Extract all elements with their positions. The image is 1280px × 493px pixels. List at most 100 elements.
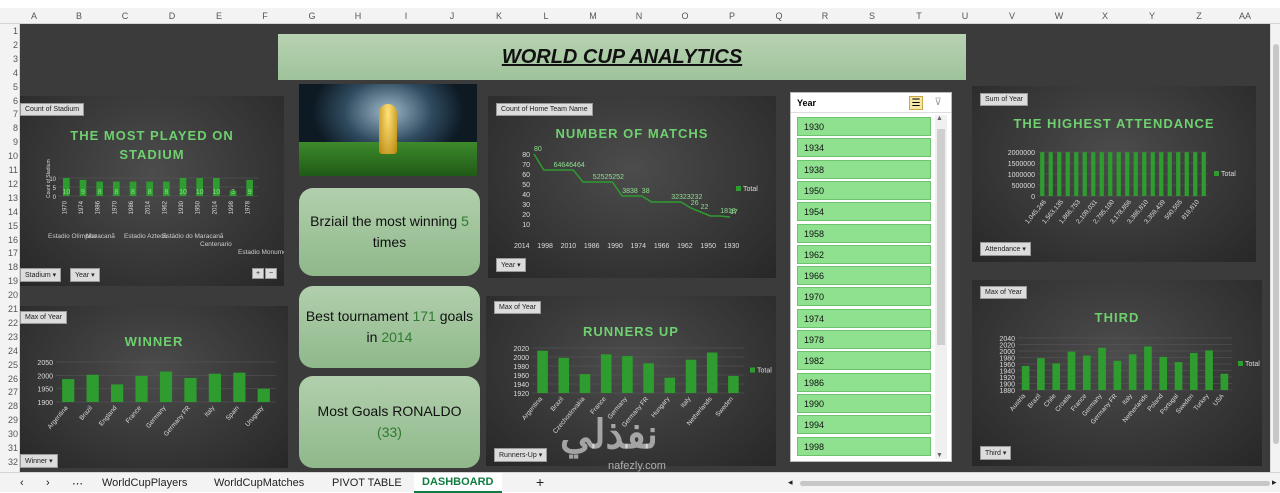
row-header[interactable]: 1 [0, 26, 18, 36]
slicer-item-1930[interactable]: 1930 [797, 117, 931, 136]
horizontal-scrollbar[interactable] [800, 481, 1270, 486]
row-header[interactable]: 30 [0, 429, 18, 439]
vertical-scrollbar[interactable] [1270, 24, 1280, 472]
row-header[interactable]: 13 [0, 193, 18, 203]
column-header[interactable]: C [122, 11, 129, 21]
row-header[interactable]: 9 [0, 137, 18, 147]
slicer-item-1974[interactable]: 1974 [797, 308, 931, 328]
tab-worldcupplayers[interactable]: WorldCupPlayers [102, 477, 187, 489]
slicer-item-1954[interactable]: 1954 [797, 202, 931, 222]
slicer-item-1938[interactable]: 1938 [797, 159, 931, 179]
slicer-item-1990[interactable]: 1990 [797, 393, 931, 413]
row-header[interactable]: 26 [0, 374, 18, 384]
clear-filter-icon[interactable]: ⊽ [931, 96, 945, 110]
runners-filter-button[interactable]: Runners-Up ▾ [494, 448, 548, 462]
row-header[interactable]: 7 [0, 109, 18, 119]
slicer-scrollbar[interactable]: ▲ ▼ [935, 115, 947, 459]
tab-worldcupmatches[interactable]: WorldCupMatches [214, 477, 304, 489]
column-header[interactable]: A [31, 11, 37, 21]
winner-filter-button[interactable]: Winner ▾ [20, 454, 58, 468]
row-header[interactable]: 6 [0, 96, 18, 106]
year-filter-button[interactable]: Year ▾ [70, 268, 100, 282]
column-header[interactable]: M [589, 11, 597, 21]
slicer-item-1962[interactable]: 1962 [797, 244, 931, 264]
row-header[interactable]: 16 [0, 235, 18, 245]
row-header[interactable]: 11 [0, 165, 18, 175]
tab-dashboard[interactable]: DASHBOARD [414, 473, 502, 493]
slicer-item-1934[interactable]: 1934 [797, 138, 931, 158]
slicer-item-1982[interactable]: 1982 [797, 351, 931, 371]
tab-prev-arrow[interactable]: ‹ [20, 477, 24, 489]
column-header[interactable]: P [729, 11, 735, 21]
column-header[interactable]: I [405, 11, 408, 21]
attendance-filter-button[interactable]: Attendance ▾ [980, 242, 1031, 256]
row-header[interactable]: 14 [0, 207, 18, 217]
row-header[interactable]: 24 [0, 346, 18, 356]
column-header[interactable]: O [681, 11, 688, 21]
row-header[interactable]: 4 [0, 68, 18, 78]
column-header[interactable]: D [169, 11, 176, 21]
column-header[interactable]: H [355, 11, 362, 21]
row-header[interactable]: 3 [0, 54, 18, 64]
collapse-field-button[interactable]: − [265, 268, 278, 279]
row-header[interactable]: 21 [0, 304, 18, 314]
column-header[interactable]: Q [775, 11, 782, 21]
slicer-item-1966[interactable]: 1966 [797, 266, 931, 286]
row-header[interactable]: 31 [0, 443, 18, 453]
multi-select-icon[interactable]: ☰ [909, 96, 923, 110]
row-header[interactable]: 29 [0, 415, 18, 425]
row-header[interactable]: 5 [0, 82, 18, 92]
column-header[interactable]: Z [1196, 11, 1202, 21]
column-header[interactable]: AA [1239, 11, 1251, 21]
add-sheet-icon[interactable]: + [536, 474, 544, 490]
column-header[interactable]: L [543, 11, 548, 21]
slicer-item-1970[interactable]: 1970 [797, 287, 931, 307]
row-header[interactable]: 2 [0, 40, 18, 50]
slicer-item-1958[interactable]: 1958 [797, 223, 931, 243]
row-header[interactable]: 27 [0, 387, 18, 397]
row-header[interactable]: 17 [0, 248, 18, 258]
hscroll-right-icon[interactable]: ▸ [1272, 477, 1277, 488]
column-header[interactable]: Y [1149, 11, 1155, 21]
scroll-up-icon[interactable]: ▲ [936, 115, 943, 122]
column-header[interactable]: R [822, 11, 829, 21]
slicer-item-1986[interactable]: 1986 [797, 372, 931, 392]
tab-next-arrow[interactable]: › [46, 477, 50, 489]
row-header[interactable]: 18 [0, 262, 18, 272]
row-header[interactable]: 12 [0, 179, 18, 189]
row-header[interactable]: 23 [0, 332, 18, 342]
column-header[interactable]: F [262, 11, 268, 21]
expand-field-button[interactable]: + [252, 268, 265, 279]
column-header[interactable]: U [962, 11, 969, 21]
hscroll-left-icon[interactable]: ◂ [788, 477, 793, 488]
row-header[interactable]: 22 [0, 318, 18, 328]
row-header[interactable]: 15 [0, 221, 18, 231]
row-header[interactable]: 19 [0, 276, 18, 286]
row-header[interactable]: 20 [0, 290, 18, 300]
vertical-scrollbar-thumb[interactable] [1273, 44, 1279, 444]
column-header[interactable]: W [1055, 11, 1064, 21]
tab-more-icon[interactable]: ⋯ [72, 477, 83, 490]
stadium-filter-button[interactable]: Stadium ▾ [20, 268, 62, 282]
third-filter-button[interactable]: Third ▾ [980, 446, 1012, 460]
column-header[interactable]: X [1102, 11, 1108, 21]
column-header[interactable]: T [916, 11, 922, 21]
row-header[interactable]: 32 [0, 457, 18, 467]
column-header[interactable]: E [216, 11, 222, 21]
row-header[interactable]: 25 [0, 360, 18, 370]
row-header[interactable]: 28 [0, 401, 18, 411]
column-header[interactable]: B [76, 11, 82, 21]
scroll-down-icon[interactable]: ▼ [936, 452, 943, 459]
slicer-item-1994[interactable]: 1994 [797, 415, 931, 435]
slicer-item-1950[interactable]: 1950 [797, 180, 931, 200]
row-header[interactable]: 8 [0, 123, 18, 133]
column-header[interactable]: V [1009, 11, 1015, 21]
matchs-year-filter-button[interactable]: Year ▾ [496, 258, 526, 272]
tab-pivot-table[interactable]: PIVOT TABLE [332, 477, 402, 489]
slicer-item-1998[interactable]: 1998 [797, 436, 931, 456]
column-header[interactable]: N [636, 11, 643, 21]
row-header[interactable]: 10 [0, 151, 18, 161]
column-header[interactable]: G [308, 11, 315, 21]
slicer-scrollbar-thumb[interactable] [937, 129, 945, 345]
slicer-item-1978[interactable]: 1978 [797, 330, 931, 349]
